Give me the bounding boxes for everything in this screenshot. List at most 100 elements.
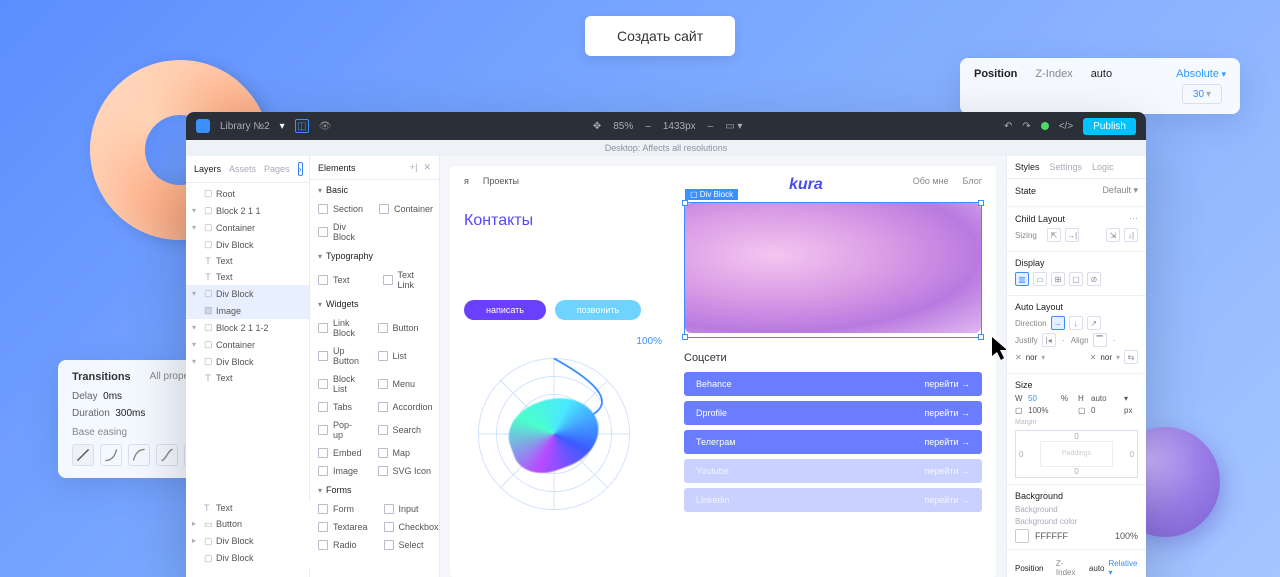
tree-row[interactable]: ▸▭Button	[186, 516, 310, 533]
color-swatch[interactable]	[1015, 529, 1029, 543]
tree-row[interactable]: ▾▢Block 2 1 1-2	[186, 319, 309, 336]
undo-icon[interactable]: ↶	[1004, 121, 1012, 132]
justify-start[interactable]: |◂	[1042, 333, 1056, 347]
element-category[interactable]: ▾Forms	[310, 480, 439, 500]
element-item[interactable]: Select	[376, 536, 447, 554]
element-category[interactable]: ▾Basic	[310, 180, 439, 200]
canvas[interactable]: я Проекты kura Обо мне Блог Контакты нап…	[440, 156, 1006, 577]
element-item[interactable]: Text Link	[375, 266, 440, 294]
publish-button[interactable]: Publish	[1083, 118, 1136, 135]
tree-row[interactable]: ▢Div Block	[186, 236, 309, 253]
curve-ease-out[interactable]	[128, 444, 150, 466]
element-item[interactable]: Radio	[310, 536, 376, 554]
dir-row[interactable]: →	[1051, 316, 1065, 330]
tree-row[interactable]: TText	[186, 253, 309, 269]
tab-layers[interactable]: Layers	[194, 164, 221, 174]
element-item[interactable]: Image	[310, 462, 370, 480]
element-item[interactable]: Search	[370, 416, 441, 444]
nav-item[interactable]: Блог	[963, 176, 982, 194]
tree-row[interactable]: ▸▢Div Block	[186, 533, 310, 550]
display-inline[interactable]: ▢	[1069, 272, 1083, 286]
device-icon[interactable]: ▭ ▾	[725, 121, 742, 132]
position-dropdown[interactable]: Relative ▾	[1109, 559, 1139, 577]
width-value[interactable]: 1433px	[663, 121, 696, 132]
sizing-btn[interactable]: ↓|	[1124, 228, 1138, 242]
curve-ease-in-out[interactable]	[156, 444, 178, 466]
element-item[interactable]: Button	[370, 314, 441, 342]
wrap-btn[interactable]: ⇆	[1124, 350, 1138, 364]
element-category[interactable]: ▾Typography	[310, 246, 439, 266]
tab-pages[interactable]: Pages	[264, 164, 290, 174]
eye-icon[interactable]: 👁	[319, 121, 332, 132]
element-item[interactable]: Tabs	[310, 398, 370, 416]
state-value-dropdown[interactable]: Default ▾	[1102, 185, 1138, 196]
element-item[interactable]: Input	[376, 500, 447, 518]
nav-item[interactable]: Проекты	[483, 176, 519, 194]
tree-row[interactable]: ▾▢Div Block	[186, 353, 309, 370]
element-item[interactable]: Pop-up	[310, 416, 370, 444]
tree-row[interactable]: ▾▢Div Block	[186, 285, 309, 302]
element-item[interactable]: Form	[310, 500, 376, 518]
element-item[interactable]: Div Block	[310, 218, 371, 246]
display-none[interactable]: ⊘	[1087, 272, 1101, 286]
tree-row[interactable]: ▾▢Container	[186, 219, 309, 236]
social-link[interactable]: Youtubeперейти	[684, 459, 982, 483]
tree-row[interactable]: ▾▢Container	[186, 336, 309, 353]
element-item[interactable]: Embed	[310, 444, 370, 462]
close-icon[interactable]: ✕	[423, 162, 431, 173]
element-category[interactable]: ▾Widgets	[310, 294, 439, 314]
curve-linear[interactable]	[72, 444, 94, 466]
element-item[interactable]: List	[370, 342, 441, 370]
element-item[interactable]: Accordion	[370, 398, 441, 416]
element-item[interactable]: Map	[370, 444, 441, 462]
tree-row[interactable]: ▢Root	[186, 185, 309, 202]
position-value-dropdown[interactable]: Absolute	[1176, 68, 1226, 80]
drag-icon[interactable]: ✥	[593, 121, 601, 132]
tree-row[interactable]: TText	[186, 370, 309, 386]
tab-logic[interactable]: Logic	[1092, 162, 1114, 172]
element-item[interactable]: Menu	[370, 370, 441, 398]
write-button[interactable]: написать	[464, 300, 546, 320]
selected-div-block[interactable]: ▢ Div Block	[684, 202, 982, 338]
social-link[interactable]: Linkedinперейти	[684, 488, 982, 512]
tab-styles[interactable]: Styles	[1015, 162, 1040, 172]
element-item[interactable]: Text	[310, 266, 375, 294]
height-input[interactable]: auto	[1091, 394, 1121, 403]
element-item[interactable]: Link Block	[310, 314, 370, 342]
sizing-btn[interactable]: ⇲	[1106, 228, 1120, 242]
selection-tool-icon[interactable]: ◫	[295, 119, 309, 133]
library-name[interactable]: Library №2	[220, 121, 270, 132]
tree-row[interactable]: ▢Div Block	[186, 550, 310, 567]
tree-row[interactable]: ▾▢Block 2 1 1	[186, 202, 309, 219]
call-button[interactable]: позвонить	[555, 300, 641, 320]
element-item[interactable]: SVG Icon	[370, 462, 441, 480]
display-flex[interactable]: ▭	[1033, 272, 1047, 286]
social-link[interactable]: Behanceперейти	[684, 372, 982, 396]
element-item[interactable]: Up Button	[310, 342, 370, 370]
sizing-btn[interactable]: →|	[1065, 228, 1079, 242]
width-input[interactable]: 50	[1028, 394, 1058, 403]
tree-row[interactable]: ▧Image	[186, 302, 309, 319]
add-icon[interactable]: +|	[410, 162, 418, 173]
social-link[interactable]: Телеграмперейти	[684, 430, 982, 454]
app-logo[interactable]	[196, 119, 210, 133]
element-item[interactable]: Checkbox	[376, 518, 447, 536]
display-grid[interactable]: ⊞	[1051, 272, 1065, 286]
social-link[interactable]: Dprofileперейти	[684, 401, 982, 425]
element-item[interactable]: Container	[371, 200, 441, 218]
element-item[interactable]: Textarea	[310, 518, 376, 536]
dir-rev[interactable]: ↗	[1087, 316, 1101, 330]
tree-row[interactable]: TText	[186, 500, 310, 516]
panel-toggle-icon[interactable]: ›	[298, 162, 303, 176]
dir-col[interactable]: ↓	[1069, 316, 1083, 330]
bg-hex-input[interactable]: FFFFFF	[1035, 531, 1068, 541]
margin-box[interactable]: 00 00 Paddings	[1015, 430, 1138, 478]
tree-row[interactable]: TText	[186, 269, 309, 285]
code-icon[interactable]: </>	[1059, 121, 1073, 132]
curve-ease-in[interactable]	[100, 444, 122, 466]
nav-item[interactable]: я	[464, 176, 469, 194]
zoom-value[interactable]: 85%	[613, 121, 633, 132]
redo-icon[interactable]: ↷	[1022, 121, 1030, 132]
element-item[interactable]: Section	[310, 200, 371, 218]
display-block[interactable]: ▥	[1015, 272, 1029, 286]
